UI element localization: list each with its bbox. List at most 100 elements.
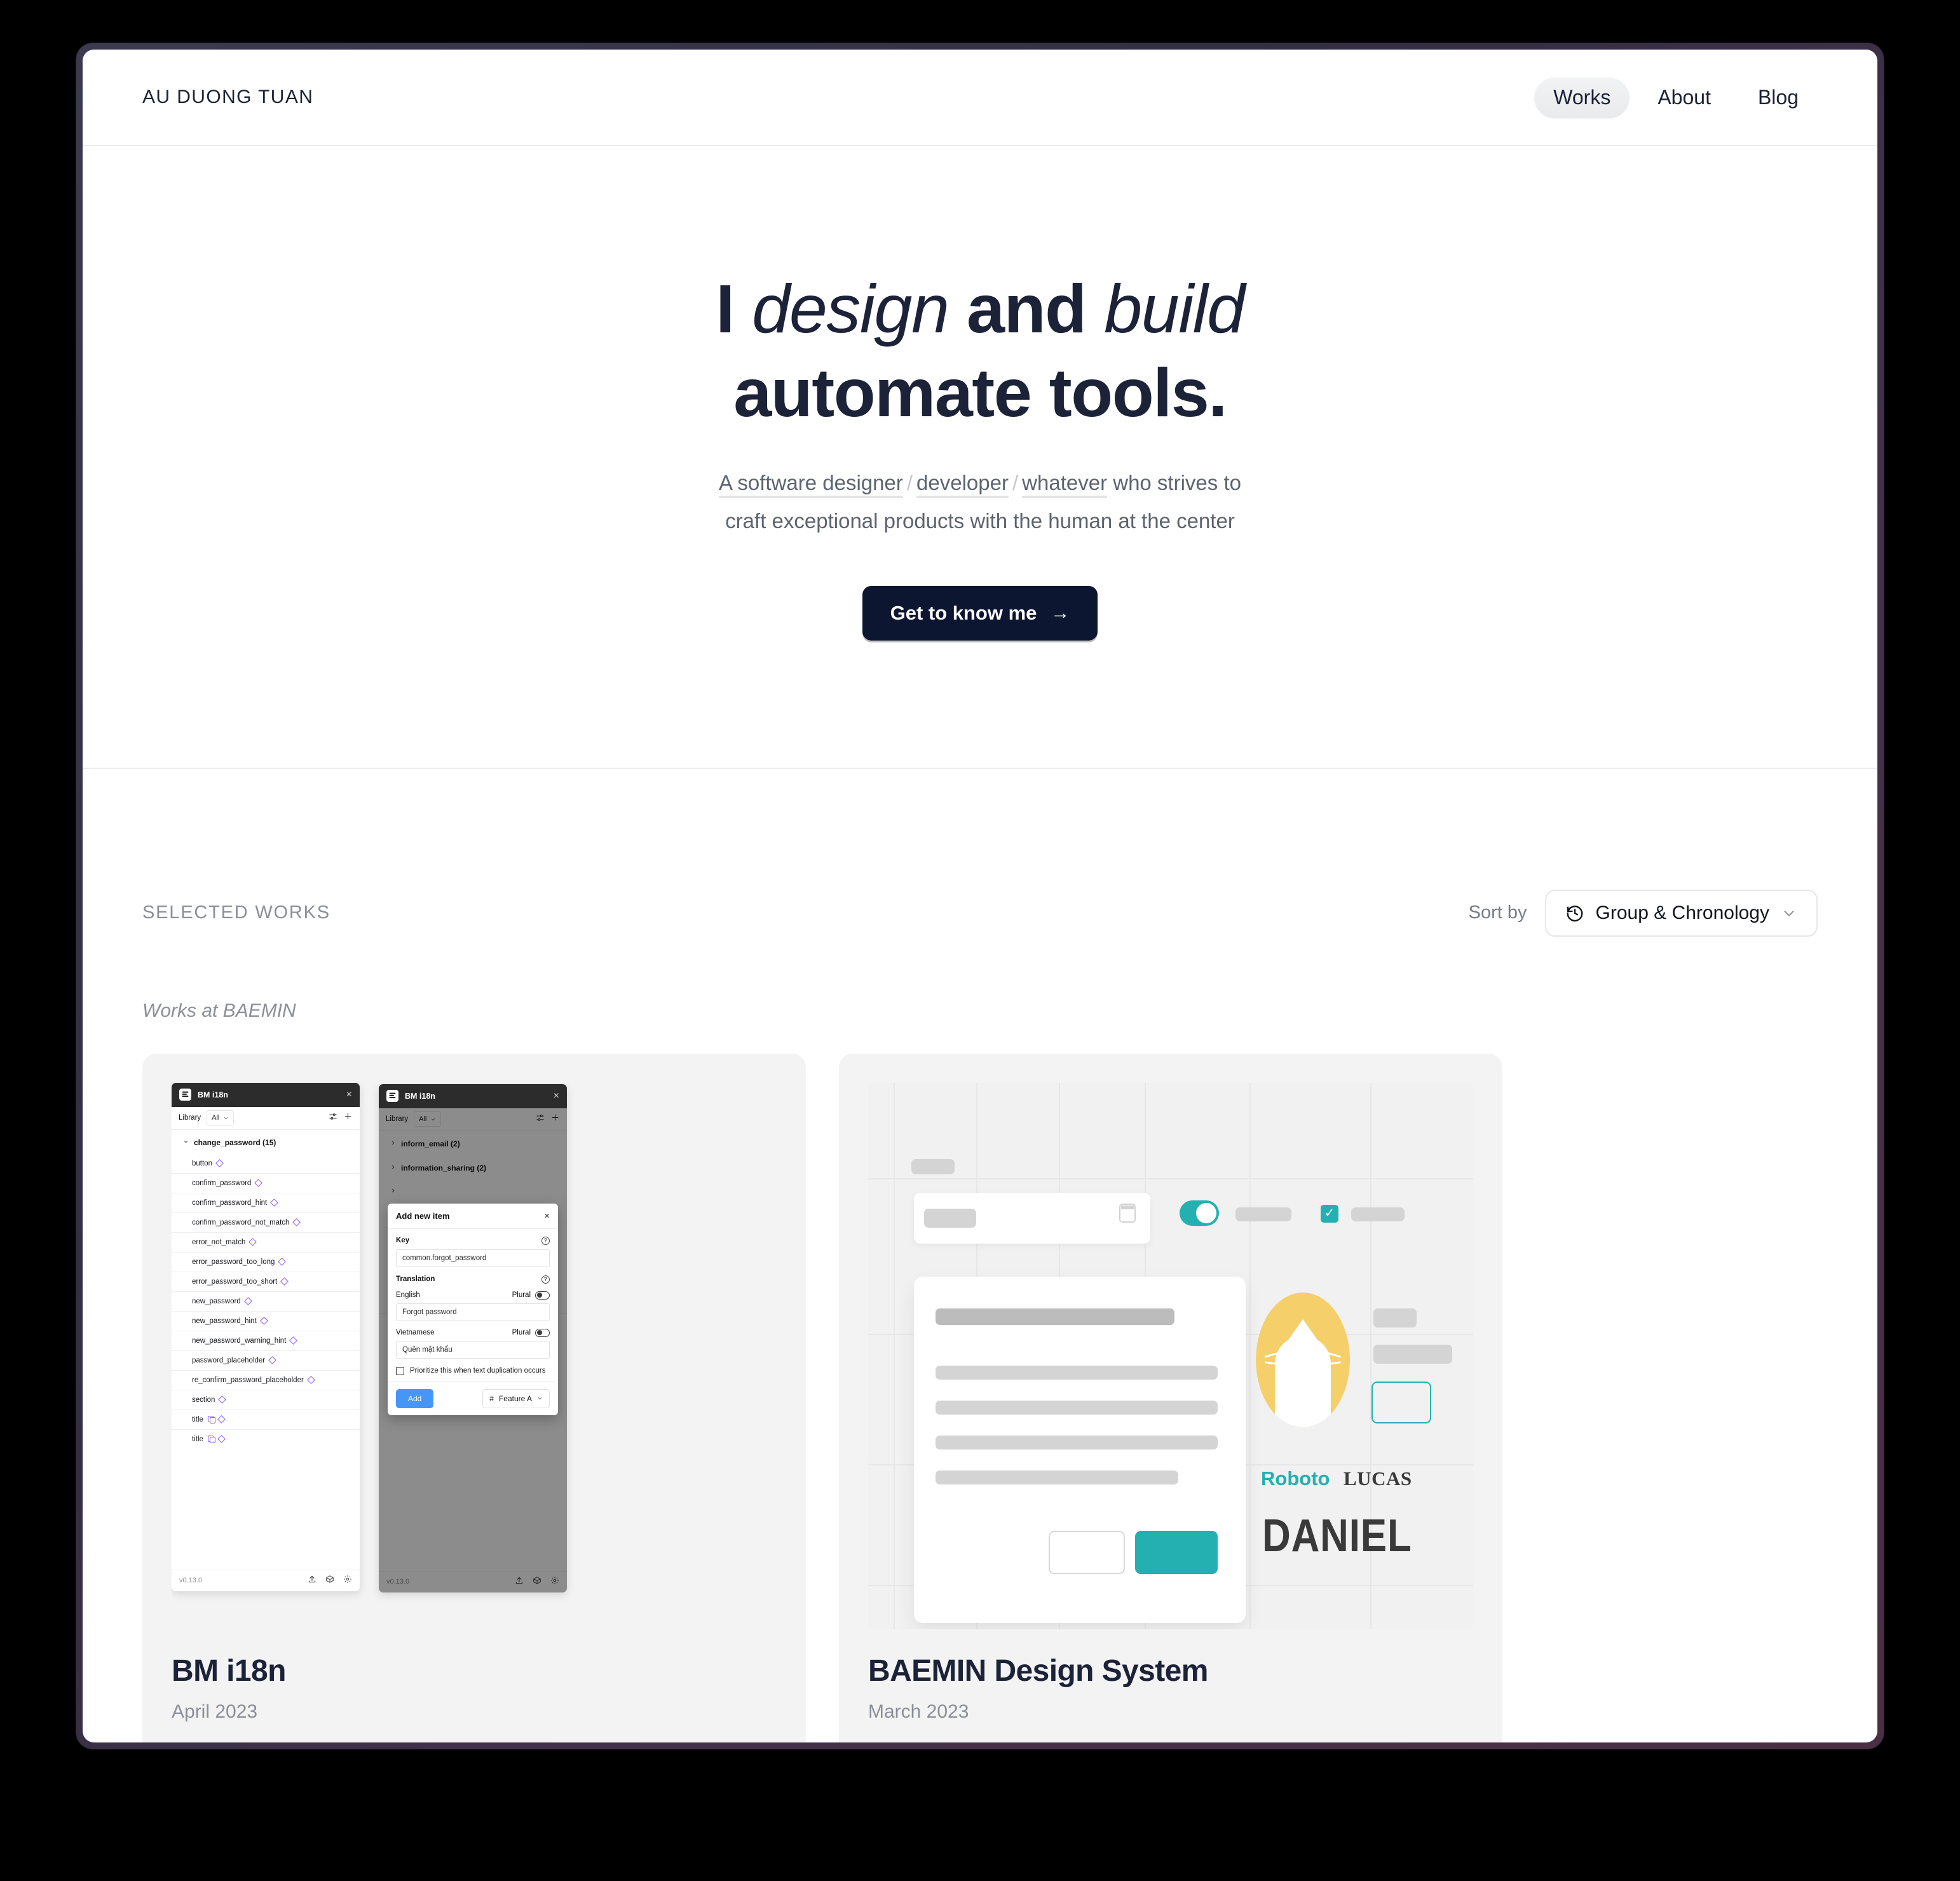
upload-icon[interactable] (308, 1575, 316, 1587)
component-diamond-icon (280, 1277, 289, 1286)
figma-item-label: section (192, 1395, 215, 1404)
section-eyebrow: SELECTED WORKS (142, 902, 330, 923)
work-card-baemin-design-system[interactable]: ✓ Roboto LUCAS DANIEL BAEMIN Design Syst… (839, 1053, 1502, 1742)
ds-checkbox[interactable]: ✓ (1321, 1204, 1338, 1223)
figma-item-label: title (192, 1435, 203, 1443)
sort-value: Group & Chronology (1595, 902, 1770, 923)
figma-titlebar: BM i18n × (379, 1083, 567, 1108)
help-icon[interactable]: ? (541, 1275, 550, 1284)
library-value: All (212, 1114, 220, 1122)
figma-item-label: password_placeholder (192, 1356, 266, 1364)
library-label: Library (179, 1114, 201, 1122)
ds-secondary-button[interactable] (1049, 1530, 1125, 1574)
figma-item-row[interactable]: password_placeholder (172, 1350, 360, 1370)
prioritize-checkbox-row[interactable]: Prioritize this when text duplication oc… (396, 1366, 550, 1375)
figma-item-label: error_not_match (192, 1238, 246, 1246)
translation-label-row: Translation ? (396, 1275, 550, 1284)
component-diamond-icon (289, 1336, 298, 1345)
library-dropdown[interactable]: All (207, 1110, 235, 1126)
english-plural-toggle[interactable] (535, 1291, 550, 1300)
design-system-illustration: ✓ Roboto LUCAS DANIEL (868, 1082, 1473, 1629)
figma-item-label: button (192, 1159, 212, 1167)
figma-item-row[interactable]: new_password_warning_hint (172, 1330, 360, 1350)
figma-item-row[interactable]: re_confirm_password_placeholder (172, 1369, 360, 1390)
skeleton-line (936, 1400, 1218, 1415)
plugin-logo-icon (386, 1090, 398, 1103)
skeleton-label (1373, 1344, 1452, 1364)
figma-item-row[interactable]: title (172, 1429, 360, 1449)
figma-item-label: re_confirm_password_placeholder (192, 1376, 304, 1384)
vietnamese-label: Vietnamese (396, 1329, 435, 1337)
nav-item-blog[interactable]: Blog (1739, 77, 1818, 118)
font-sample-roboto: Roboto (1261, 1467, 1330, 1490)
hero-section: I design and build automate tools. A sof… (83, 146, 1877, 769)
figma-item-row[interactable]: button (172, 1154, 360, 1173)
cta-label: Get to know me (890, 601, 1037, 624)
filter-settings-icon[interactable] (329, 1112, 337, 1124)
hero-subtitle: A software designer / developer / whatever w… (83, 464, 1877, 540)
figma-item-row[interactable]: error_password_too_short (172, 1271, 360, 1291)
prioritize-checkbox[interactable] (396, 1366, 404, 1375)
page-title: I design and build automate tools. (83, 267, 1877, 435)
help-icon[interactable]: ? (541, 1236, 550, 1245)
skeleton-label (1373, 1308, 1417, 1328)
hero-sub-tail: who strives to (1107, 470, 1241, 494)
work-title: BM i18n (172, 1654, 286, 1688)
grid-line (1249, 1082, 1251, 1629)
close-icon[interactable]: × (346, 1089, 352, 1100)
package-icon[interactable] (325, 1575, 334, 1587)
close-icon[interactable]: × (554, 1090, 559, 1101)
add-icon[interactable] (343, 1111, 353, 1124)
feature-value: Feature A (498, 1394, 532, 1403)
figma-group-header[interactable]: change_password (15) (172, 1130, 360, 1154)
add-button[interactable]: Add (396, 1389, 434, 1408)
gear-icon[interactable] (343, 1575, 352, 1587)
figma-item-row[interactable]: section (172, 1389, 360, 1409)
feature-dropdown[interactable]: # Feature A (482, 1389, 550, 1408)
component-diamond-icon (306, 1376, 315, 1384)
figma-item-row[interactable]: confirm_password_hint (172, 1192, 360, 1212)
hero-word-and: and (948, 270, 1105, 347)
vietnamese-plural-toggle[interactable] (535, 1328, 550, 1337)
figma-item-row[interactable]: title (172, 1409, 360, 1429)
close-icon[interactable]: × (544, 1211, 550, 1221)
english-row: English Plural (396, 1291, 550, 1300)
hero-sep-1: / (906, 470, 913, 494)
figma-item-label: error_password_too_short (192, 1277, 278, 1286)
history-icon (1565, 904, 1584, 923)
ds-primary-button[interactable] (1135, 1530, 1218, 1574)
copy-icon[interactable] (207, 1416, 215, 1424)
sort-dropdown[interactable]: Group & Chronology (1544, 889, 1818, 937)
figma-item-row[interactable]: new_password (172, 1291, 360, 1311)
figma-item-row[interactable]: error_password_too_long (172, 1251, 360, 1272)
nav-item-about[interactable]: About (1638, 77, 1730, 118)
english-translation-input[interactable]: Forgot password (396, 1303, 550, 1321)
copy-icon[interactable] (207, 1436, 215, 1444)
font-sample-daniel: DANIEL (1262, 1510, 1412, 1561)
figma-item-row[interactable]: confirm_password_not_match (172, 1212, 360, 1232)
works-card-grid: BM i18n × Library All change_password (1… (142, 1053, 1818, 1742)
plural-label: Plural (512, 1291, 531, 1300)
hero-word-build: build (1104, 270, 1245, 347)
ds-toggle[interactable] (1180, 1200, 1219, 1226)
page-viewport: AU DUONG TUAN Works About Blog I design … (83, 50, 1877, 1742)
component-diamond-icon (259, 1317, 268, 1325)
key-label: Key (396, 1237, 410, 1245)
figma-item-row[interactable]: confirm_password (172, 1172, 360, 1193)
figma-item-label: confirm_password (192, 1179, 252, 1187)
grid-line (868, 1178, 1473, 1179)
get-to-know-me-button[interactable]: Get to know me → (862, 585, 1098, 641)
ds-outline-button[interactable] (1371, 1381, 1431, 1423)
key-input[interactable]: common.forgot_password (396, 1249, 550, 1267)
figma-item-row[interactable]: error_not_match (172, 1232, 360, 1252)
component-diamond-icon (254, 1179, 263, 1187)
figma-item-row[interactable]: new_password_hint (172, 1310, 360, 1331)
brand-logo[interactable]: AU DUONG TUAN (142, 86, 313, 108)
skeleton-placeholder (924, 1208, 976, 1228)
work-card-bm-i18n[interactable]: BM i18n × Library All change_password (1… (142, 1053, 806, 1742)
vietnamese-translation-input[interactable]: Quên mật khẩu (396, 1340, 550, 1359)
figma-key-list: change_password (15) button confirm_passw… (172, 1130, 360, 1570)
work-date: March 2023 (868, 1701, 969, 1722)
nav-item-works[interactable]: Works (1534, 76, 1630, 118)
dialog-footer: Add # Feature A (388, 1381, 558, 1415)
